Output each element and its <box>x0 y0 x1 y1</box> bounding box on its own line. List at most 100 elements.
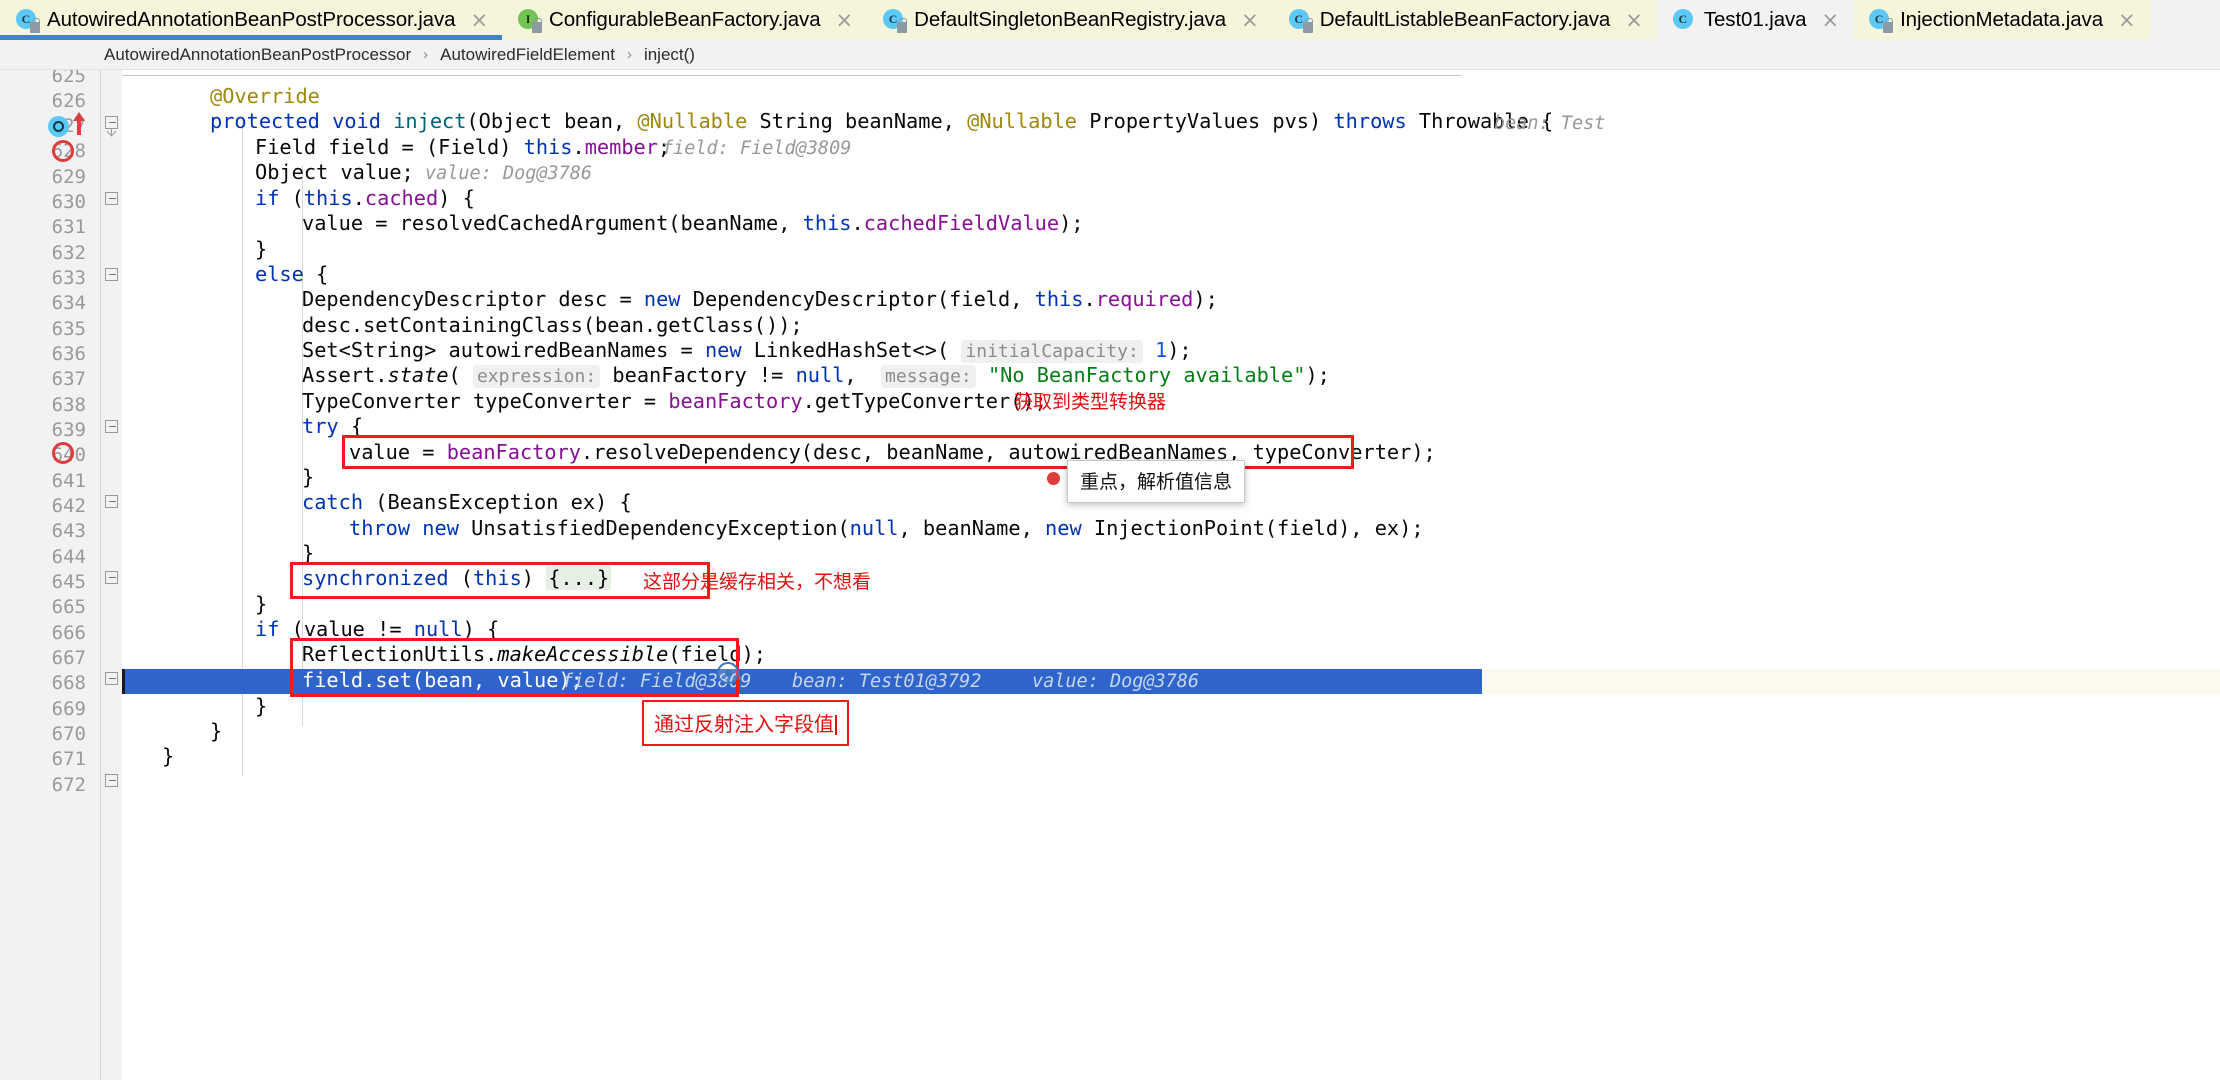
override-method-icon[interactable] <box>48 116 69 137</box>
close-icon[interactable]: × <box>470 9 488 31</box>
inline-hint-field: field: Field@3809 <box>662 138 852 159</box>
inline-hint-bean-668: bean: Test01@3792 <box>792 671 982 692</box>
class-icon: C <box>1288 9 1313 33</box>
breadcrumb-item-inner-class[interactable]: AutowiredFieldElement <box>436 45 619 65</box>
line-number: 637 <box>51 368 86 390</box>
line-number: 665 <box>51 596 86 618</box>
inline-hint-value-668: value: Dog@3786 <box>1032 671 1200 692</box>
tab-label: InjectionMetadata.java <box>1900 8 2103 31</box>
code-editor[interactable]: 625 626 627 628 629 630 631 632 633 634 … <box>0 70 2220 1080</box>
fold-minus-icon[interactable] <box>105 268 119 282</box>
fold-minus-icon[interactable] <box>105 192 119 206</box>
tab-label: ConfigurableBeanFactory.java <box>549 8 821 31</box>
code-line-638: TypeConverter typeConverter = beanFactor… <box>302 389 1047 413</box>
breadcrumb: AutowiredAnnotationBeanPostProcessor › A… <box>0 40 2220 70</box>
code-line-634: DependencyDescriptor desc = new Dependen… <box>302 287 1218 311</box>
code-text-area[interactable]: @Override protected void inject(Object b… <box>122 70 2220 1080</box>
breadcrumb-item-method[interactable]: inject() <box>640 45 699 65</box>
text-caret <box>122 669 125 694</box>
close-icon[interactable]: × <box>1821 9 1839 31</box>
text-caret-icon <box>835 715 837 735</box>
breakpoint-icon[interactable] <box>52 140 74 162</box>
code-line-645: synchronized (this) {...} <box>302 566 612 590</box>
tooltip-resolve-note: 重点，解析值信息 <box>1067 460 1246 503</box>
param-hint-expression: expression: <box>472 365 601 388</box>
fold-minus-icon[interactable] <box>105 495 119 509</box>
code-line-631: value = resolvedCachedArgument(beanName,… <box>302 211 1084 235</box>
note-type-converter: 获取到类型转换器 <box>1014 391 1167 413</box>
tab-label: AutowiredAnnotationBeanPostProcessor.jav… <box>47 8 456 31</box>
class-icon: C <box>16 9 40 33</box>
breadcrumb-item-class[interactable]: AutowiredAnnotationBeanPostProcessor <box>100 45 415 65</box>
tab-injectionmetadata[interactable]: C InjectionMetadata.java × <box>1853 0 2150 40</box>
line-number: 633 <box>51 267 86 289</box>
tab-test01[interactable]: C Test01.java × <box>1656 0 1854 40</box>
tab-label: DefaultSingletonBeanRegistry.java <box>914 8 1227 31</box>
code-folding-strip[interactable] <box>100 70 122 1080</box>
code-line-637: Assert.state( expression: beanFactory !=… <box>302 363 1330 388</box>
tab-defaultsingletonbeanregistry[interactable]: C DefaultSingletonBeanRegistry.java × <box>867 0 1273 40</box>
inline-hint-bean: bean: Test <box>1494 113 1606 134</box>
code-line-640: value = beanFactory.resolveDependency(de… <box>349 440 1436 464</box>
class-icon: C <box>883 9 908 33</box>
tab-configurablebeanfactory[interactable]: I ConfigurableBeanFactory.java × <box>502 0 868 40</box>
line-number: 671 <box>51 748 86 770</box>
fold-minus-icon[interactable] <box>105 571 119 585</box>
line-number: 639 <box>51 419 86 441</box>
code-line-667: ReflectionUtils.makeAccessible(field); <box>302 642 767 666</box>
note-reflection-text: 通过反射注入字段值 <box>654 712 834 736</box>
fold-minus-icon[interactable] <box>105 672 119 686</box>
inline-hint-value: value: Dog@3786 <box>425 163 593 184</box>
tab-label: DefaultListableBeanFactory.java <box>1319 8 1611 31</box>
class-icon: C <box>1869 9 1894 33</box>
close-icon[interactable]: × <box>2118 9 2136 31</box>
code-line-642: catch (BeansException ex) { <box>302 490 632 514</box>
close-icon[interactable]: × <box>836 9 854 31</box>
code-line-669: } <box>255 694 268 718</box>
line-number: 642 <box>51 495 86 517</box>
code-line-627: protected void inject(Object bean, @Null… <box>210 109 1554 133</box>
line-number: 631 <box>51 216 86 238</box>
line-number: 666 <box>51 622 86 644</box>
close-icon[interactable]: × <box>1241 9 1259 31</box>
tab-defaultlistablebeanfactory[interactable]: C DefaultListableBeanFactory.java × <box>1272 0 1657 40</box>
line-number: 625 <box>51 70 86 87</box>
line-number: 669 <box>51 698 86 720</box>
code-line-632: } <box>255 237 268 261</box>
code-line-636: Set<String> autowiredBeanNames = new Lin… <box>302 338 1192 363</box>
editor-tab-bar: C AutowiredAnnotationBeanPostProcessor.j… <box>0 0 2220 40</box>
code-line-644: } <box>302 541 315 565</box>
line-number: 645 <box>51 571 86 593</box>
line-number: 630 <box>51 191 86 213</box>
chevron-right-icon: › <box>423 46 429 63</box>
param-hint-message: message: <box>881 365 976 388</box>
code-line-670: } <box>210 719 223 743</box>
fold-minus-icon[interactable] <box>105 116 119 137</box>
tab-autowiredannotationbeanpostprocessor[interactable]: C AutowiredAnnotationBeanPostProcessor.j… <box>0 0 503 40</box>
code-line-639: try { <box>302 414 364 438</box>
line-number: 667 <box>51 647 86 669</box>
divider <box>122 75 1462 76</box>
code-line-668: field.set(bean, value); <box>302 668 583 692</box>
code-line-671: } <box>162 744 175 768</box>
line-number: 626 <box>51 90 86 112</box>
red-dot-marker <box>1047 472 1060 485</box>
tab-label: Test01.java <box>1703 8 1807 31</box>
code-line-635: desc.setContainingClass(bean.getClass())… <box>302 313 803 337</box>
line-number: 672 <box>51 774 86 796</box>
breakpoint-icon[interactable] <box>52 442 74 464</box>
line-number: 636 <box>51 343 86 365</box>
code-line-633: else { <box>255 262 329 286</box>
note-reflection-box: 通过反射注入字段值 <box>642 700 849 746</box>
line-number: 634 <box>51 292 86 314</box>
fold-minus-icon[interactable] <box>105 420 119 434</box>
line-number-gutter[interactable]: 625 626 627 628 629 630 631 632 633 634 … <box>0 70 100 1080</box>
line-number: 670 <box>51 723 86 745</box>
line-number: 644 <box>51 546 86 568</box>
class-icon: C <box>1672 9 1695 31</box>
close-icon[interactable]: × <box>1625 9 1643 31</box>
interface-icon: I <box>518 9 543 33</box>
code-line-626: @Override <box>210 84 320 108</box>
line-number: 635 <box>51 318 86 340</box>
fold-minus-icon[interactable] <box>105 774 119 788</box>
